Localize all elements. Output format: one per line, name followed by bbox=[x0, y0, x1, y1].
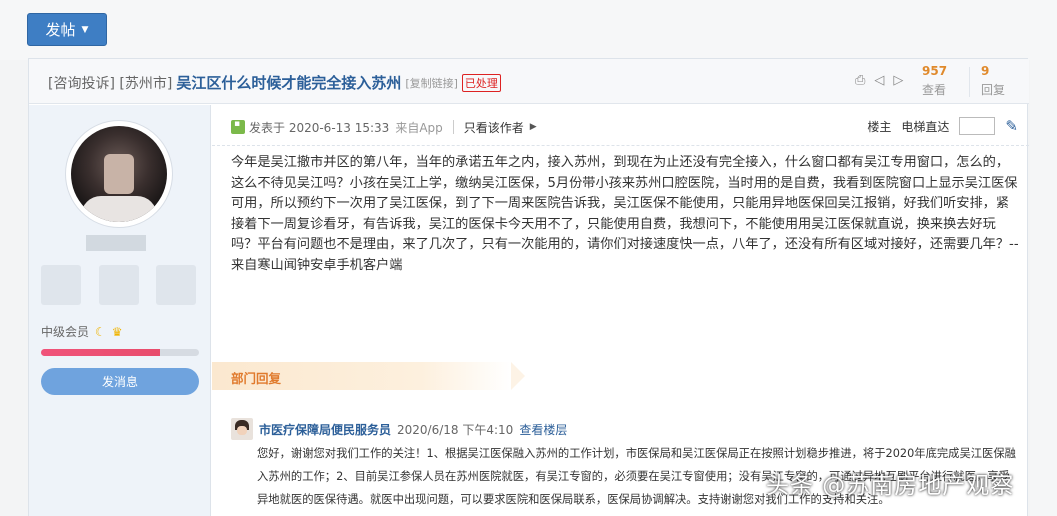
username-blurred bbox=[86, 235, 146, 251]
avatar-image bbox=[71, 126, 167, 222]
post-content: 今年是吴江撤市并区的第八年，当年的承诺五年之内，接入苏州，到现在为止还没有完全接… bbox=[231, 155, 1019, 273]
reply-avatar bbox=[231, 418, 253, 440]
author-stats-blurred bbox=[41, 265, 196, 305]
thread-prefix[interactable]: [咨询投诉] [苏州市] bbox=[48, 73, 172, 93]
jump-floor-input[interactable] bbox=[959, 117, 996, 135]
department-reply-header: 部门回复 bbox=[212, 362, 525, 390]
send-message-button[interactable]: 发消息 bbox=[41, 368, 199, 395]
department-reply-label: 部门回复 bbox=[231, 371, 282, 386]
author-sidebar: 中级会员 ☾ ♛ 发消息 bbox=[29, 105, 211, 516]
floor-label: 楼主 bbox=[867, 119, 892, 134]
reply-time: 2020/6/18 下午4:10 bbox=[397, 422, 514, 437]
prev-thread-icon[interactable]: ◁ bbox=[874, 73, 884, 88]
member-level: 中级会员 ☾ ♛ bbox=[41, 323, 123, 340]
copy-link[interactable]: [复制链接] bbox=[405, 75, 458, 91]
jump-label: 电梯直达 bbox=[901, 119, 950, 134]
thread-title-bar: [咨询投诉] [苏州市] 吴江区什么时候才能完全接入苏州 [复制链接] 已处理 … bbox=[29, 59, 1029, 104]
chevron-down-icon: ▼ bbox=[81, 24, 89, 35]
post-meta: 发表于 2020-6-13 15:33 来自App 只看该作者 ▶ 楼主 电梯直… bbox=[231, 117, 1026, 137]
thread-frame: [咨询投诉] [苏州市] 吴江区什么时候才能完全接入苏州 [复制链接] 已处理 … bbox=[28, 58, 1029, 516]
post-button-label: 发帖 bbox=[45, 21, 76, 39]
next-thread-icon[interactable]: ▷ bbox=[893, 73, 903, 88]
reply-header: 市医疗保障局便民服务员 2020/6/18 下午4:10 查看楼层 bbox=[231, 418, 567, 440]
post-button[interactable]: 发帖 ▼ bbox=[27, 13, 107, 46]
replies-count: 9 bbox=[981, 64, 990, 78]
post-source: 来自App bbox=[395, 120, 443, 135]
status-badge: 已处理 bbox=[461, 73, 501, 92]
reply-author[interactable]: 市医疗保障局便民服务员 bbox=[259, 421, 391, 438]
thread-title-text: 吴江区什么时候才能完全接入苏州 bbox=[176, 74, 402, 92]
thread-title: [咨询投诉] [苏州市] 吴江区什么时候才能完全接入苏州 [复制链接] 已处理 bbox=[48, 72, 501, 93]
watermark: 头条 @苏南房地产观察 bbox=[766, 473, 1015, 499]
divider bbox=[212, 145, 1029, 146]
level-progress-fill bbox=[41, 349, 160, 356]
top-background bbox=[0, 0, 1057, 60]
crown-icon: ♛ bbox=[111, 324, 123, 339]
level-progress bbox=[41, 349, 199, 356]
caret-right-icon: ▶ bbox=[529, 122, 537, 132]
replies-stat: 9 回复 bbox=[981, 64, 1005, 98]
only-author-link[interactable]: 只看该作者 bbox=[464, 119, 524, 136]
views-label: 查看 bbox=[922, 83, 947, 97]
moon-icon: ☾ bbox=[95, 324, 106, 339]
right-background bbox=[1030, 60, 1057, 516]
post-main: 发表于 2020-6-13 15:33 来自App 只看该作者 ▶ 楼主 电梯直… bbox=[212, 105, 1029, 516]
stat-divider bbox=[969, 67, 970, 97]
views-count: 957 bbox=[922, 64, 948, 78]
online-icon bbox=[231, 119, 245, 134]
view-floor-link[interactable]: 查看楼层 bbox=[519, 421, 567, 438]
avatar[interactable] bbox=[66, 121, 172, 227]
replies-label: 回复 bbox=[981, 83, 1006, 97]
views-stat: 957 查看 bbox=[922, 64, 947, 98]
jump-go-icon[interactable]: ✎ bbox=[1005, 117, 1018, 135]
post-time: 发表于 2020-6-13 15:33 bbox=[249, 120, 390, 135]
member-level-label: 中级会员 bbox=[41, 325, 90, 339]
post-meta-right: 楼主 电梯直达 ✎ bbox=[867, 117, 1018, 135]
thread-tools: ⎙ ◁ ▷ bbox=[855, 73, 903, 88]
print-icon[interactable]: ⎙ bbox=[855, 73, 865, 88]
